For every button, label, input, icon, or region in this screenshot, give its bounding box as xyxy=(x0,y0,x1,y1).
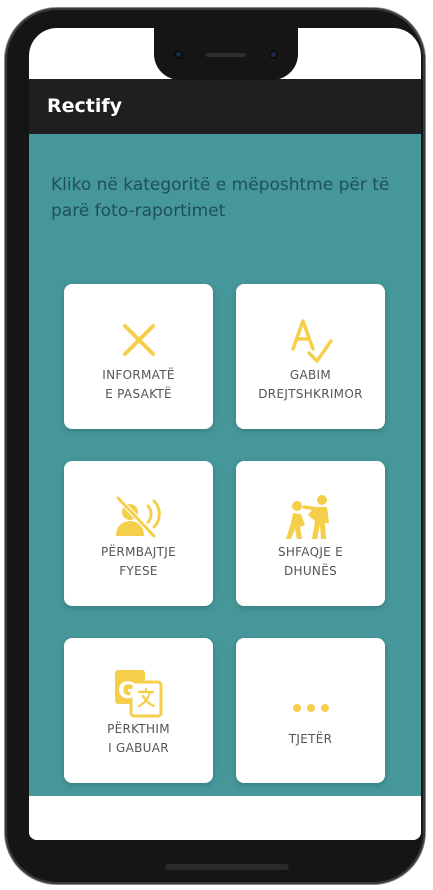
category-card-violence[interactable]: SHFAQJE E DHUNËS xyxy=(236,461,385,606)
category-card-wrong-translation[interactable]: G PËRKTHIM I GABUAR xyxy=(64,638,213,783)
earpiece-speaker xyxy=(206,53,246,57)
category-card-offensive-content[interactable]: PËRMBAJTJE FYESE xyxy=(64,461,213,606)
app-bar: Rectify xyxy=(29,79,421,134)
x-icon xyxy=(64,314,213,366)
offensive-speech-icon xyxy=(64,491,213,543)
spellcheck-icon xyxy=(236,314,385,366)
main-content: Kliko në kategoritë e mëposhtme për të p… xyxy=(29,134,421,796)
category-label: PËRKTHIM I GABUAR xyxy=(107,722,170,755)
phone-frame: Rectify Kliko në kategoritë e mëposhtme … xyxy=(5,8,425,884)
category-label: SHFAQJE E DHUNËS xyxy=(277,545,344,578)
category-label: PËRMBAJTJE FYESE xyxy=(101,545,176,578)
category-label: INFORMATË E PASAKTË xyxy=(102,368,175,401)
category-label: GABIM DREJTSHKRIMOR xyxy=(258,368,363,401)
app-title: Rectify xyxy=(47,95,123,117)
category-card-incorrect-info[interactable]: INFORMATË E PASAKTË xyxy=(64,284,213,429)
front-camera-icon xyxy=(174,50,183,59)
category-label: TJETËR xyxy=(288,732,333,746)
more-dots-icon xyxy=(236,668,385,720)
camera-notch xyxy=(154,28,298,80)
bottom-bar xyxy=(29,818,421,840)
svg-text:G: G xyxy=(118,679,136,704)
category-card-other[interactable]: TJETËR xyxy=(236,638,385,783)
screen: Rectify Kliko në kategoritë e mëposhtme … xyxy=(29,28,421,840)
category-card-spelling-error[interactable]: GABIM DREJTSHKRIMOR xyxy=(236,284,385,429)
home-indicator[interactable] xyxy=(165,864,289,870)
sensor-icon xyxy=(269,50,278,59)
instruction-text: Kliko në kategoritë e mëposhtme për të p… xyxy=(51,175,390,221)
translate-icon: G xyxy=(64,668,213,720)
violence-icon xyxy=(236,491,385,543)
